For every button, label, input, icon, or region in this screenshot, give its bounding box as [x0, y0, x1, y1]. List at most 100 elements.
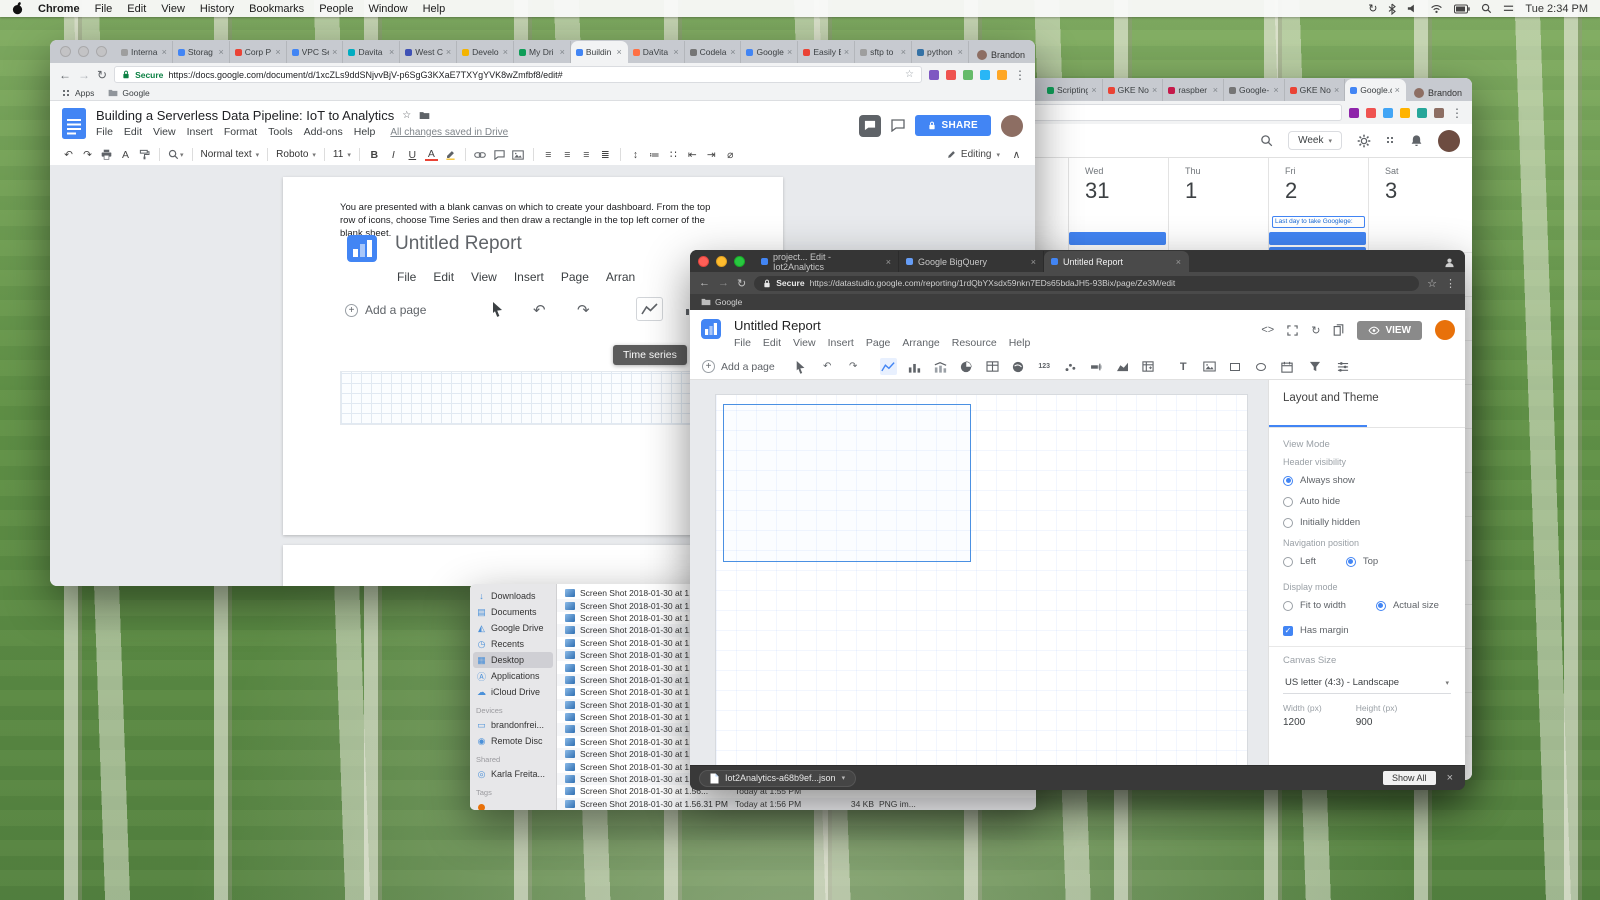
- tab-close-icon[interactable]: ×: [1176, 257, 1181, 267]
- tab-close-icon[interactable]: ×: [1334, 85, 1339, 95]
- date-range-icon[interactable]: [1279, 358, 1296, 375]
- studio-menu-item[interactable]: Edit: [763, 337, 781, 349]
- docs-menu-item[interactable]: Help: [354, 126, 376, 138]
- sidebar-item[interactable]: ◉Remote Disc: [470, 733, 556, 749]
- apps-grid-icon[interactable]: [1386, 136, 1395, 145]
- sidebar-tag-item[interactable]: [470, 799, 556, 810]
- bulleted-list-icon[interactable]: ∷: [667, 149, 680, 161]
- share-button[interactable]: SHARE: [915, 115, 991, 136]
- studio-menu-item[interactable]: Arrange: [902, 337, 939, 349]
- chevron-down-icon[interactable]: ▾: [842, 774, 846, 782]
- browser-tab[interactable]: VPC Se ×: [287, 41, 344, 63]
- radio-option[interactable]: Always show: [1283, 475, 1451, 486]
- gear-icon[interactable]: [1357, 134, 1371, 148]
- time-series-icon[interactable]: [880, 358, 897, 375]
- sidebar-item[interactable]: ▤Documents: [470, 604, 556, 620]
- calendar-event-bar[interactable]: [1269, 232, 1366, 245]
- tab-close-icon[interactable]: ×: [275, 47, 280, 57]
- docs-menu-item[interactable]: Edit: [124, 126, 142, 138]
- battery-icon[interactable]: [1454, 4, 1470, 14]
- tab-close-icon[interactable]: ×: [162, 47, 167, 57]
- browser-tab[interactable]: project... Edit - Iot2Analytics ×: [754, 251, 899, 272]
- indent-increase-icon[interactable]: ⇥: [705, 149, 718, 161]
- spellcheck-icon[interactable]: A: [119, 149, 132, 161]
- table-icon[interactable]: [984, 358, 1001, 375]
- browser-profile[interactable]: Brandon: [969, 50, 1035, 63]
- view-select[interactable]: Week▾: [1288, 131, 1342, 150]
- back-icon[interactable]: ←: [699, 277, 710, 289]
- text-tool-icon[interactable]: T: [1175, 358, 1192, 375]
- image-tool-icon[interactable]: [1201, 358, 1218, 375]
- calendar-allday-event[interactable]: Last day to take Googlege:: [1272, 216, 1365, 228]
- google-docs-icon[interactable]: [62, 108, 86, 143]
- redo-icon[interactable]: ↷: [845, 358, 862, 375]
- tab-close-icon[interactable]: ×: [673, 47, 678, 57]
- tab-close-icon[interactable]: ×: [560, 47, 565, 57]
- browser-tab[interactable]: GKE Nod ×: [1285, 79, 1346, 101]
- minimize-window-icon[interactable]: [78, 46, 89, 57]
- combo-chart-icon[interactable]: [932, 358, 949, 375]
- geo-chart-icon[interactable]: [1010, 358, 1027, 375]
- notification-center-icon[interactable]: [1503, 3, 1514, 14]
- bluetooth-icon[interactable]: [1388, 3, 1396, 15]
- close-downloads-bar-icon[interactable]: ×: [1444, 772, 1456, 784]
- apple-menu-icon[interactable]: [12, 2, 23, 15]
- docs-menu-item[interactable]: Add-ons: [304, 126, 343, 138]
- panel-tab[interactable]: [1269, 413, 1367, 427]
- radio-option[interactable]: Actual size: [1376, 600, 1439, 611]
- bell-icon[interactable]: [1410, 134, 1423, 148]
- fullscreen-icon[interactable]: [1287, 325, 1298, 336]
- text-color-icon[interactable]: A: [425, 149, 438, 161]
- browser-tab[interactable]: raspber ×: [1163, 79, 1224, 101]
- extension-icon[interactable]: [1400, 108, 1410, 118]
- browser-tab[interactable]: Storag ×: [173, 41, 230, 63]
- studio-menu-item[interactable]: Insert: [828, 337, 854, 349]
- embed-code-icon[interactable]: <>: [1261, 324, 1274, 336]
- indent-decrease-icon[interactable]: ⇤: [686, 149, 699, 161]
- area-chart-icon[interactable]: [1114, 358, 1131, 375]
- data-control-icon[interactable]: [1335, 358, 1352, 375]
- tab-close-icon[interactable]: ×: [332, 47, 337, 57]
- report-title[interactable]: Untitled Report: [734, 318, 821, 333]
- close-window-icon[interactable]: [60, 46, 71, 57]
- clear-formatting-icon[interactable]: ⌀: [724, 149, 737, 161]
- align-left-icon[interactable]: ≡: [542, 149, 555, 161]
- user-avatar[interactable]: [1435, 320, 1455, 340]
- print-icon[interactable]: [100, 149, 113, 160]
- bookmark-star-icon[interactable]: ☆: [1427, 277, 1437, 290]
- radio-option[interactable]: Fit to width: [1283, 600, 1346, 611]
- oval-tool-icon[interactable]: [1253, 358, 1270, 375]
- selection-tool-icon[interactable]: [793, 358, 810, 375]
- sidebar-item[interactable]: ◷Recents: [470, 636, 556, 652]
- zoom-window-icon[interactable]: [96, 46, 107, 57]
- search-icon[interactable]: [1260, 134, 1273, 147]
- browser-tab[interactable]: Untitled Report ×: [1044, 251, 1189, 272]
- studio-menu-item[interactable]: View: [793, 337, 816, 349]
- calendar-day[interactable]: Sat 3: [1368, 166, 1468, 204]
- add-page-button[interactable]: +Add a page: [702, 360, 775, 373]
- menu-item[interactable]: Help: [423, 3, 446, 15]
- browser-tab[interactable]: Google ×: [741, 41, 798, 63]
- browser-tab[interactable]: West C ×: [400, 41, 457, 63]
- tab-close-icon[interactable]: ×: [446, 47, 451, 57]
- radio-option[interactable]: Auto hide: [1283, 496, 1451, 507]
- browser-menu-icon[interactable]: ⋮: [1445, 277, 1456, 290]
- tab-close-icon[interactable]: ×: [844, 47, 849, 57]
- highlight-icon[interactable]: [444, 149, 457, 160]
- collapse-toolbar-icon[interactable]: ∧: [1010, 149, 1023, 161]
- window-controls[interactable]: [54, 40, 116, 63]
- wifi-icon[interactable]: [1430, 3, 1443, 14]
- bookmark-star-icon[interactable]: ☆: [905, 69, 914, 80]
- address-bar[interactable]: Secure https://docs.google.com/document/…: [114, 66, 922, 83]
- pie-chart-icon[interactable]: [958, 358, 975, 375]
- radio-option[interactable]: Left: [1283, 556, 1316, 567]
- browser-tab[interactable]: sftp to ×: [855, 41, 912, 63]
- italic-icon[interactable]: I: [387, 149, 400, 161]
- sidebar-item[interactable]: ↓Downloads: [470, 588, 556, 604]
- extension-icon[interactable]: [963, 70, 973, 80]
- tab-close-icon[interactable]: ×: [730, 47, 735, 57]
- user-avatar[interactable]: [1438, 130, 1460, 152]
- zoom-control[interactable]: ▾: [168, 149, 184, 160]
- studio-menu-item[interactable]: Resource: [952, 337, 997, 349]
- show-all-downloads-button[interactable]: Show All: [1383, 771, 1436, 785]
